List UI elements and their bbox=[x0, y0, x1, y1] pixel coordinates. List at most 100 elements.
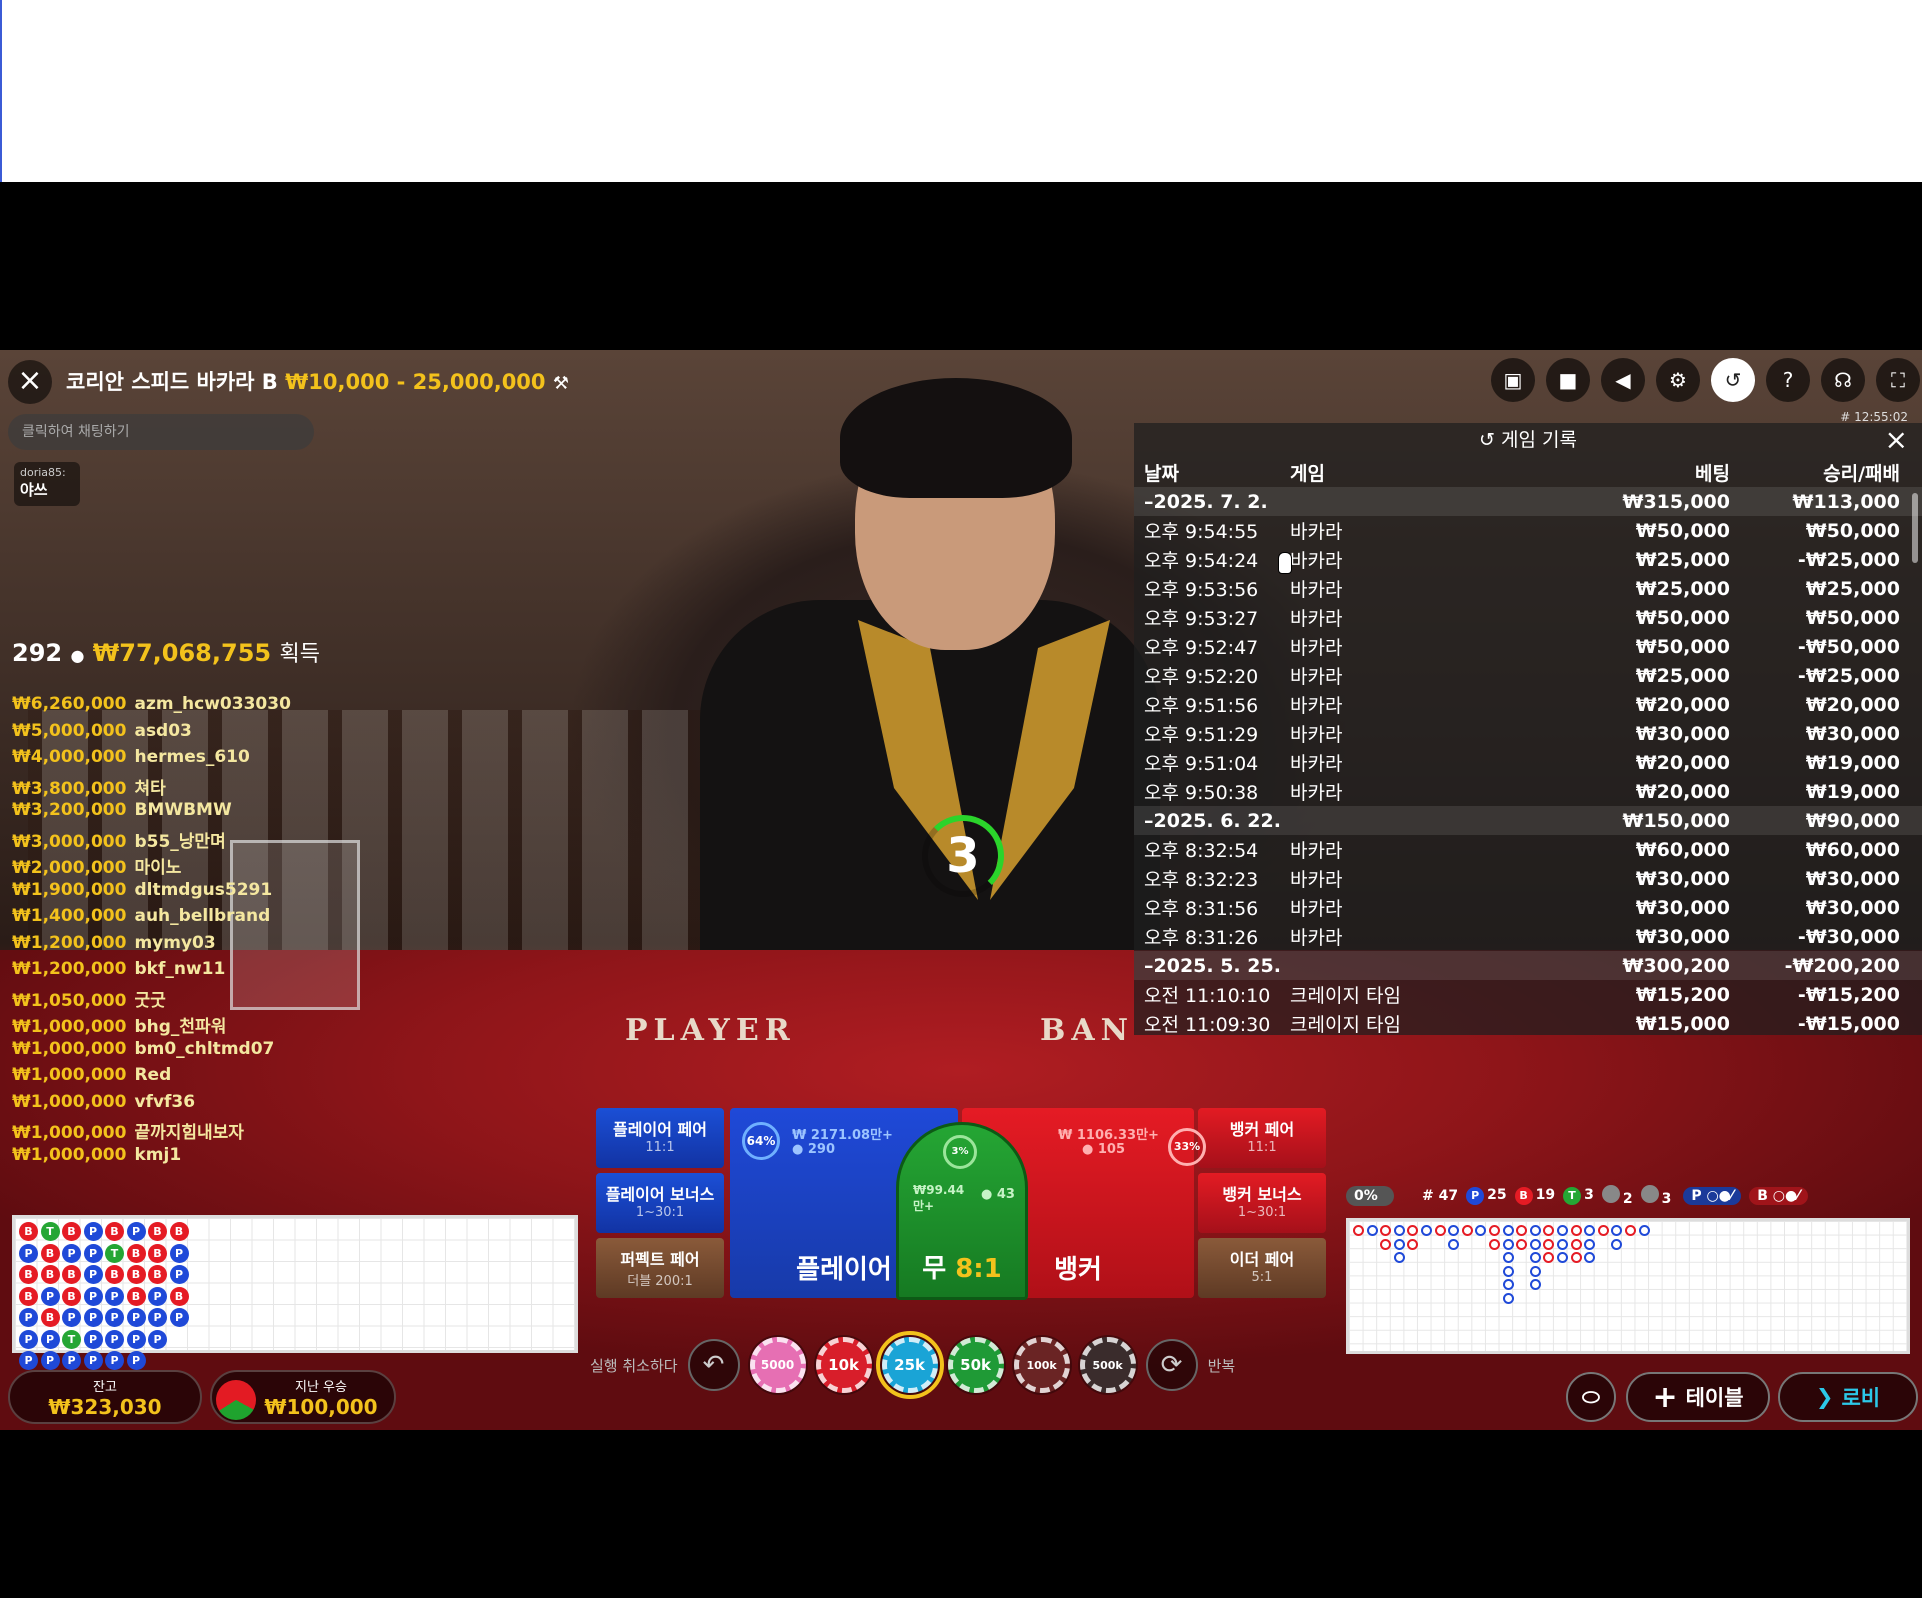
history-cell-result: ₩19,000 bbox=[1805, 751, 1900, 774]
bead-b: B bbox=[62, 1222, 81, 1241]
player-pair-bet[interactable]: 플레이어 페어 11:1 bbox=[596, 1108, 724, 1168]
history-cell-date: 오후 8:31:56 bbox=[1144, 898, 1259, 920]
view-toggle-button[interactable]: ⬭ bbox=[1566, 1372, 1616, 1422]
player-ask-button[interactable]: P ○●⁄ bbox=[1683, 1187, 1742, 1205]
bead-p: P bbox=[83, 1286, 103, 1306]
felt-player-text: PLAYER bbox=[625, 1013, 796, 1048]
history-row: 오후 9:54:24 바카라 ₩25,000 -₩25,000 bbox=[1134, 545, 1922, 574]
chat-button[interactable]: ▣ bbox=[1491, 358, 1535, 402]
banker-bonus-bet[interactable]: 뱅커 보너스 1~30:1 bbox=[1198, 1173, 1326, 1233]
col-result: 승리/패배 bbox=[1823, 462, 1900, 485]
big-road-dot bbox=[1584, 1225, 1596, 1236]
chat-message: doria85: 야쓰 bbox=[14, 462, 80, 506]
chip-500k[interactable]: 500k bbox=[1079, 1337, 1136, 1393]
big-road-dot bbox=[1557, 1238, 1568, 1250]
bead-b: B bbox=[40, 1265, 60, 1284]
history-cell-result: ₩30,000 bbox=[1805, 867, 1900, 890]
lobby-icon: ❯ bbox=[1815, 1385, 1834, 1409]
chip-25k[interactable]: 25k bbox=[875, 1331, 944, 1399]
banker-bonus-label: 뱅커 보너스 bbox=[1222, 1185, 1302, 1204]
history-row: 오후 8:32:54 바카라 ₩60,000 ₩60,000 bbox=[1134, 835, 1922, 864]
history-rows[interactable]: –2025. 7. 2. ₩315,000 ₩113,000 오후 9:54:55 바카… bbox=[1134, 487, 1922, 1038]
fullscreen-button[interactable]: ⛶ bbox=[1876, 358, 1920, 402]
history-cell-bet: ₩30,000 bbox=[1635, 896, 1730, 919]
dealer-hair bbox=[840, 378, 1072, 498]
bead-b: B bbox=[105, 1265, 124, 1284]
big-road-dot bbox=[1502, 1265, 1514, 1277]
either-pair-odds: 5:1 bbox=[1251, 1270, 1273, 1285]
help-button[interactable]: ? bbox=[1766, 358, 1810, 402]
chip-100k[interactable]: 100k bbox=[1013, 1337, 1070, 1393]
bead-p: P bbox=[62, 1243, 81, 1263]
player-percent: 64% bbox=[742, 1122, 780, 1160]
bead-t: T bbox=[40, 1222, 60, 1241]
lobby-label: 로비 bbox=[1841, 1386, 1881, 1410]
big-road-dot bbox=[1353, 1225, 1364, 1236]
add-table-button[interactable]: + 테이블 bbox=[1626, 1372, 1770, 1422]
sound-button[interactable]: ◀ bbox=[1601, 358, 1645, 402]
history-cell-game: 바카라 bbox=[1290, 521, 1343, 543]
winner-amount: ₩1,000,000 bbox=[12, 1144, 127, 1165]
winner-name: asd03 bbox=[134, 720, 192, 741]
history-cell-result: ₩113,000 bbox=[1792, 490, 1901, 513]
history-row: 오후 9:53:56 바카라 ₩25,000 ₩25,000 bbox=[1134, 574, 1922, 603]
bead-p: P bbox=[62, 1351, 81, 1370]
history-close-button[interactable]: × bbox=[1885, 423, 1908, 457]
close-button[interactable]: × bbox=[8, 360, 52, 404]
help-icon: ? bbox=[1782, 368, 1794, 392]
bead-p: P bbox=[105, 1351, 124, 1370]
history-cell-result: ₩50,000 bbox=[1805, 519, 1900, 542]
ties-value: 3 bbox=[1584, 1187, 1594, 1203]
settings-button[interactable]: ⚙ bbox=[1656, 358, 1700, 402]
history-scrollbar[interactable] bbox=[1912, 493, 1918, 563]
tie-bet-area[interactable]: 3% ₩99.44만+ ● 43 무 8:1 bbox=[896, 1122, 1028, 1300]
bead-p: P bbox=[83, 1243, 103, 1263]
lobby-button[interactable]: ❯ 로비 bbox=[1778, 1372, 1918, 1422]
big-road bbox=[1346, 1218, 1910, 1354]
winner-row: ₩1,000,000 bm0_chltmd07 bbox=[12, 1039, 312, 1066]
balance-display: 잔고 ₩323,030 bbox=[8, 1370, 202, 1424]
perfect-pair-bet[interactable]: 퍼펙트 페어 더블 200:1 bbox=[596, 1238, 724, 1298]
bead-t: T bbox=[62, 1329, 81, 1349]
player-wins: P 25 bbox=[1466, 1187, 1507, 1205]
winner-row: ₩1,000,000 kmj1 bbox=[12, 1145, 312, 1172]
history-cell-bet: ₩50,000 bbox=[1635, 635, 1730, 658]
winner-amount: ₩1,200,000 bbox=[12, 959, 127, 979]
history-cell-bet: ₩30,000 bbox=[1635, 867, 1730, 890]
big-road-dot bbox=[1625, 1225, 1636, 1236]
banker-pair-bet[interactable]: 뱅커 페어 11:1 bbox=[1198, 1108, 1326, 1168]
winners-total: ₩77,068,755 bbox=[92, 639, 272, 667]
history-cell-bet: ₩20,000 bbox=[1635, 751, 1730, 774]
video-button[interactable]: ■ bbox=[1546, 358, 1590, 402]
repeat-button[interactable]: ⟳ bbox=[1145, 1339, 1198, 1391]
winner-name: 마이노 bbox=[134, 858, 182, 878]
big-road-dot bbox=[1393, 1238, 1405, 1250]
chip-50k[interactable]: 50k bbox=[947, 1337, 1004, 1393]
banker-pair-label: 뱅커 페어 bbox=[1229, 1120, 1295, 1139]
big-road-dot bbox=[1502, 1238, 1514, 1250]
banker-ask-button[interactable]: B ○●⁄ bbox=[1749, 1187, 1808, 1205]
bead-b: B bbox=[19, 1286, 38, 1306]
player-pair-count: 2 bbox=[1601, 1185, 1633, 1207]
history-button[interactable]: ↺ bbox=[1711, 358, 1755, 402]
history-row: 오후 8:31:56 바카라 ₩30,000 ₩30,000 bbox=[1134, 893, 1922, 922]
chip-10k[interactable]: 10k bbox=[815, 1337, 872, 1393]
history-cell-date: 오후 9:51:29 bbox=[1144, 724, 1259, 746]
history-cell-date: –2025. 5. 25. bbox=[1144, 954, 1281, 977]
history-cell-game: 바카라 bbox=[1290, 782, 1343, 804]
either-pair-bet[interactable]: 이더 페어 5:1 bbox=[1198, 1238, 1326, 1298]
col-game: 게임 bbox=[1290, 462, 1325, 485]
big-road-dot bbox=[1502, 1225, 1514, 1236]
bead-b: B bbox=[126, 1243, 146, 1263]
undo-button[interactable]: ↶ bbox=[687, 1339, 740, 1391]
player-bonus-bet[interactable]: 플레이어 보너스 1~30:1 bbox=[596, 1173, 724, 1233]
history-icon: ↺ bbox=[1479, 429, 1495, 451]
history-cell-bet: ₩50,000 bbox=[1635, 519, 1730, 542]
big-road-dot bbox=[1366, 1225, 1378, 1236]
history-cell-date: 오후 9:52:20 bbox=[1144, 666, 1259, 688]
chip-5000[interactable]: 5000 bbox=[749, 1337, 806, 1393]
bead-p: P bbox=[105, 1308, 124, 1327]
support-button[interactable]: ☊ bbox=[1821, 358, 1865, 402]
bead-p: P bbox=[19, 1351, 38, 1370]
chat-input[interactable]: 클릭하여 채팅하기 bbox=[8, 414, 314, 450]
